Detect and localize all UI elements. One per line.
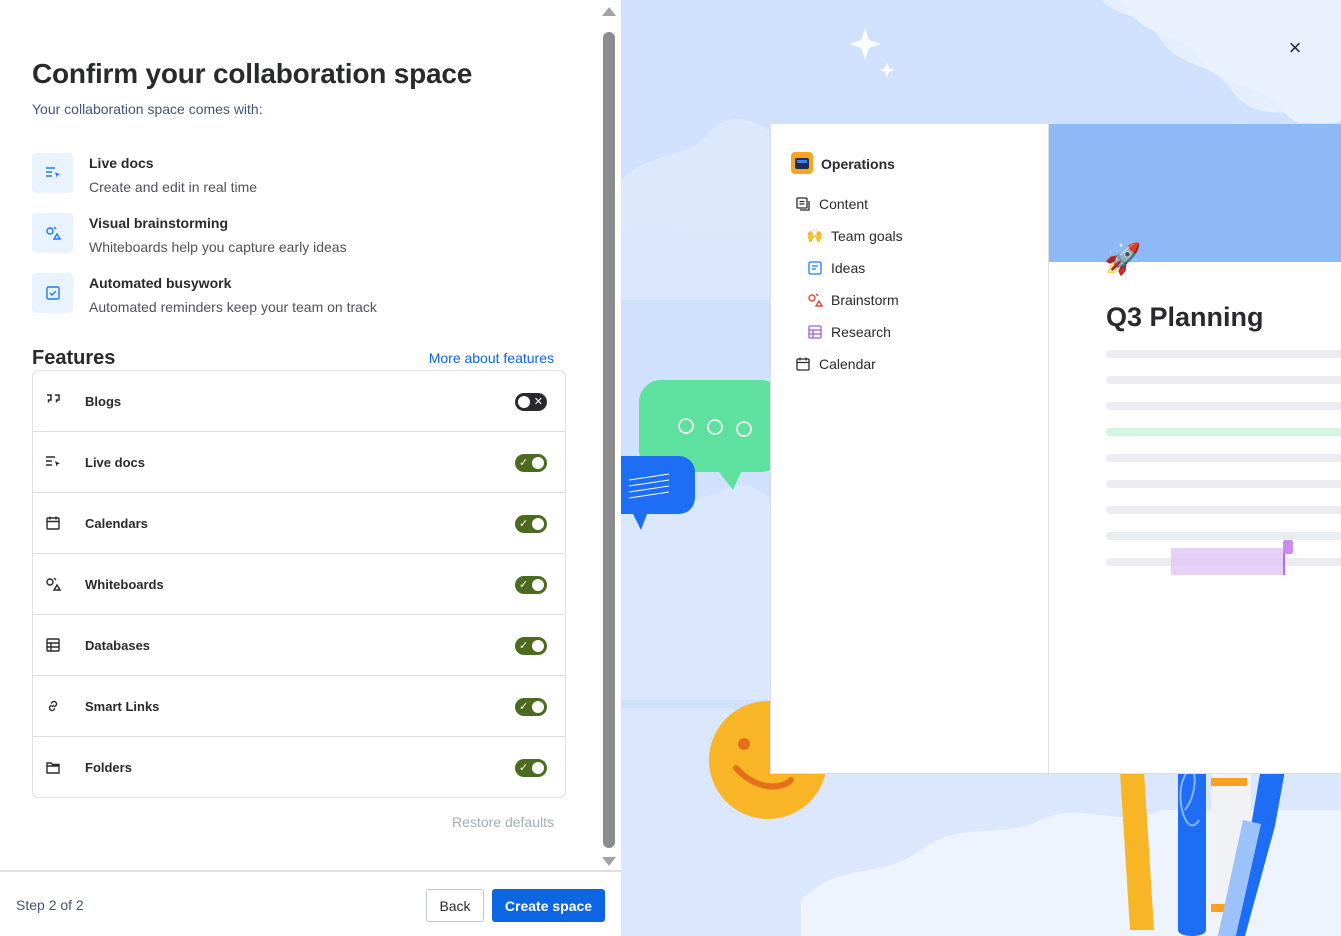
folders-toggle[interactable]: ✓ <box>515 759 547 777</box>
feature-row-databases: Databases ✓ <box>33 615 565 676</box>
content-icon <box>795 196 811 212</box>
restore-defaults-link[interactable]: Restore defaults <box>452 814 554 830</box>
nav-item-label: Brainstorm <box>831 292 899 308</box>
text-placeholder-line <box>1106 376 1341 384</box>
scroll-down-arrow-icon[interactable] <box>602 857 616 866</box>
feature-label: Folders <box>85 760 132 775</box>
back-button[interactable]: Back <box>426 889 484 922</box>
feature-row-folders: Folders ✓ <box>33 737 565 797</box>
feature-label: Live docs <box>85 455 145 470</box>
features-list: Blogs ✕ Live docs ✓ Calendars ✓ Whiteboa… <box>32 370 566 798</box>
space-name: Operations <box>821 156 895 172</box>
scroll-up-arrow-icon[interactable] <box>602 7 616 16</box>
text-placeholder-line <box>1106 480 1341 488</box>
feature-label: Smart Links <box>85 699 160 714</box>
text-placeholder-line <box>1106 350 1341 358</box>
feature-label: Whiteboards <box>85 577 164 592</box>
text-placeholder-line <box>1106 506 1341 514</box>
whiteboard-icon <box>45 576 61 592</box>
scrollbar-thumb[interactable] <box>603 32 615 848</box>
live-docs-icon <box>45 454 61 470</box>
link-icon <box>45 698 61 714</box>
scroll-area: Confirm your collaboration space Your co… <box>0 0 621 870</box>
step-indicator: Step 2 of 2 <box>16 897 84 913</box>
create-space-panel: Confirm your collaboration space Your co… <box>0 0 621 936</box>
calendars-toggle[interactable]: ✓ <box>515 515 547 533</box>
folder-icon <box>45 759 61 775</box>
benefit-automated-busywork: Automated busywork Automated reminders k… <box>32 273 552 317</box>
nav-item-label: Calendar <box>819 356 876 372</box>
selection-highlight <box>1171 548 1285 575</box>
live-docs-toggle[interactable]: ✓ <box>515 454 547 472</box>
illustration-panel: × Operations Content 🙌 Team goals Ideas <box>621 0 1341 936</box>
feature-row-calendars: Calendars ✓ <box>33 493 565 554</box>
create-space-button[interactable]: Create space <box>492 889 605 922</box>
more-about-features-link[interactable]: More about features <box>429 350 554 366</box>
nav-item-team-goals[interactable]: 🙌 Team goals <box>807 228 903 244</box>
text-placeholder-line <box>1106 532 1341 540</box>
raised-hands-emoji: 🙌 <box>806 228 824 243</box>
benefit-description: Automated reminders keep your team on tr… <box>89 299 377 315</box>
space-preview-card: Operations Content 🙌 Team goals Ideas Br… <box>770 123 1341 774</box>
feature-label: Calendars <box>85 516 148 531</box>
page-banner <box>1049 124 1341 262</box>
highlight-line <box>1106 428 1341 436</box>
benefit-visual-brainstorming: Visual brainstorming Whiteboards help yo… <box>32 213 552 257</box>
feature-label: Blogs <box>85 394 122 409</box>
calendar-icon <box>45 515 61 531</box>
cursor-flag <box>1283 540 1293 554</box>
feature-row-blogs: Blogs ✕ <box>33 371 565 432</box>
database-icon <box>45 637 61 653</box>
text-placeholder-line <box>1106 402 1341 410</box>
nav-item-label: Research <box>831 324 891 340</box>
nav-item-label: Team goals <box>831 228 903 244</box>
whiteboards-toggle[interactable]: ✓ <box>515 576 547 594</box>
features-heading: Features <box>32 347 116 369</box>
live-docs-icon <box>32 153 73 193</box>
whiteboard-icon <box>32 213 73 253</box>
close-icon[interactable]: × <box>1285 37 1305 59</box>
nav-item-ideas[interactable]: Ideas <box>807 260 865 276</box>
quote-icon <box>45 393 61 409</box>
benefit-title: Live docs <box>89 155 154 171</box>
space-logo-icon <box>791 152 813 174</box>
blogs-toggle[interactable]: ✕ <box>515 393 547 411</box>
feature-label: Databases <box>85 638 151 653</box>
scrollbar[interactable] <box>601 4 617 866</box>
page-title: Confirm your collaboration space <box>32 58 473 89</box>
nav-item-label: Ideas <box>831 260 866 276</box>
nav-item-calendar[interactable]: Calendar <box>795 356 876 372</box>
benefit-live-docs: Live docs Create and edit in real time <box>32 153 552 197</box>
nav-item-label: Content <box>819 196 869 212</box>
whiteboard-icon <box>807 292 823 308</box>
calendar-icon <box>795 356 811 372</box>
databases-toggle[interactable]: ✓ <box>515 637 547 655</box>
text-placeholder-line <box>1106 454 1341 462</box>
page-icon <box>807 260 823 276</box>
footer: Step 2 of 2 Back Create space <box>0 870 621 936</box>
feature-row-smart-links: Smart Links ✓ <box>33 676 565 737</box>
page-subtitle: Your collaboration space comes with: <box>32 101 263 117</box>
nav-item-research[interactable]: Research <box>807 324 891 340</box>
document-title: Q3 Planning <box>1106 302 1264 332</box>
database-icon <box>807 324 823 340</box>
nav-item-brainstorm[interactable]: Brainstorm <box>807 292 899 308</box>
benefit-description: Whiteboards help you capture early ideas <box>89 239 347 255</box>
nav-item-content[interactable]: Content <box>795 196 868 212</box>
benefit-title: Visual brainstorming <box>89 215 228 231</box>
rocket-emoji: 🚀 <box>1104 243 1142 276</box>
smart-links-toggle[interactable]: ✓ <box>515 698 547 716</box>
benefit-description: Create and edit in real time <box>89 179 258 195</box>
feature-row-live-docs: Live docs ✓ <box>33 432 565 493</box>
feature-row-whiteboards: Whiteboards ✓ <box>33 554 565 615</box>
checkbox-icon <box>32 273 73 313</box>
benefit-title: Automated busywork <box>89 275 232 291</box>
